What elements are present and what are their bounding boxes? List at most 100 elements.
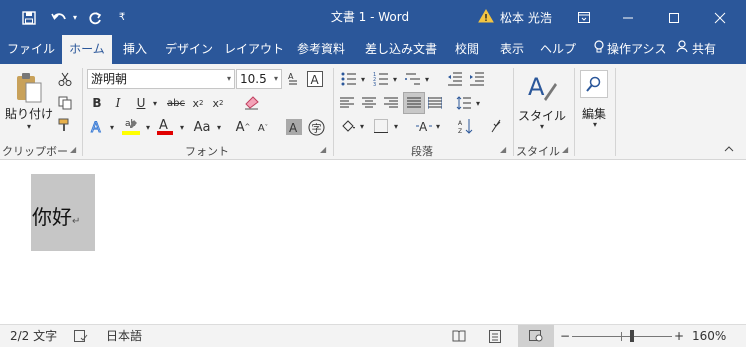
font-name-select[interactable]: 游明朝 ▾ [87,69,235,89]
paste-dropdown-icon[interactable]: ▾ [24,122,34,131]
bullets-dropdown-icon[interactable]: ▾ [359,70,367,88]
multilevel-dropdown-icon[interactable]: ▾ [423,70,431,88]
text-effects-dropdown-icon[interactable]: ▾ [107,117,117,137]
tab-view[interactable]: 表示 [492,35,532,64]
font-color-icon[interactable]: A [155,115,175,137]
change-case-dropdown-icon[interactable]: ▾ [214,117,224,137]
asian-layout-icon[interactable]: A [413,116,435,136]
line-spacing-icon[interactable] [455,94,473,112]
change-case-sizes-icon[interactable]: A [286,70,300,88]
ribbon-display-icon[interactable] [572,0,596,35]
customize-qat-icon[interactable]: ₹ [114,0,130,35]
document-text[interactable]: 你好↵ [32,201,80,230]
clear-formatting-icon[interactable] [242,93,262,113]
font-color-dropdown-icon[interactable]: ▾ [177,117,187,137]
person-icon [676,35,692,64]
asian-layout-dropdown-icon[interactable]: ▾ [434,116,442,136]
styles-icon[interactable]: A [524,70,560,104]
multilevel-list-icon[interactable] [404,70,422,88]
superscript-icon[interactable]: x2 [210,94,226,112]
change-case-icon[interactable]: Aa [190,117,214,137]
print-layout-icon[interactable] [489,325,507,347]
tab-review[interactable]: 校閲 [450,35,484,64]
text-effects-icon[interactable]: A [88,117,106,137]
tab-layout[interactable]: レイアウト [224,35,284,64]
highlight-dropdown-icon[interactable]: ▾ [143,117,153,137]
zoom-thumb[interactable] [630,330,634,342]
clipboard-launcher-icon[interactable]: ◢ [70,145,76,154]
show-formatting-icon[interactable] [487,116,505,136]
font-size-select[interactable]: 10.5 ▾ [236,69,282,89]
read-mode-icon[interactable] [452,325,470,347]
maximize-icon[interactable] [662,0,686,35]
word-count[interactable]: 2/2 文字 [10,325,57,347]
underline-icon[interactable]: U [134,94,148,112]
numbering-icon[interactable]: 123 [372,70,390,88]
tab-help[interactable]: ヘルプ [538,35,578,64]
grow-font-icon[interactable]: A ^ [235,117,251,137]
underline-dropdown-icon[interactable]: ▾ [150,94,160,112]
bullets-icon[interactable] [340,70,358,88]
line-spacing-dropdown-icon[interactable]: ▾ [474,94,482,112]
tab-design[interactable]: デザイン [160,35,218,64]
user-account[interactable]: 松本 光浩 [478,0,552,35]
paste-icon[interactable] [12,70,46,104]
styles-launcher-icon[interactable]: ◢ [562,145,568,154]
tab-references[interactable]: 参考資料 [290,35,352,64]
borders-icon[interactable] [372,116,390,136]
align-center-icon[interactable] [360,94,378,112]
language-indicator[interactable]: 日本語 [106,325,142,347]
format-painter-icon[interactable] [56,116,74,134]
clear-formatting-box-icon[interactable]: A [306,69,324,89]
strikethrough-icon[interactable]: abc [166,94,186,112]
shading-icon[interactable] [338,116,358,136]
font-launcher-icon[interactable]: ◢ [320,145,326,154]
proofing-icon[interactable] [74,325,92,347]
tab-file[interactable]: ファイル [4,35,58,64]
zoom-in-icon[interactable]: + [674,325,684,347]
distributed-icon[interactable] [426,94,444,112]
zoom-slider[interactable] [572,325,672,347]
align-left-icon[interactable] [338,94,356,112]
character-shading-icon[interactable]: A [285,117,303,137]
chevron-down-icon: ▾ [273,74,278,83]
web-layout-icon[interactable] [518,325,554,347]
document-canvas[interactable]: 你好↵ [0,160,746,324]
search-icon[interactable] [580,70,608,98]
svg-text:3: 3 [373,82,376,86]
bold-icon[interactable]: B [90,94,104,112]
numbering-dropdown-icon[interactable]: ▾ [391,70,399,88]
undo-icon[interactable] [48,0,70,35]
subscript-icon[interactable]: x2 [190,94,206,112]
borders-dropdown-icon[interactable]: ▾ [392,116,400,136]
zoom-out-icon[interactable]: − [560,325,570,347]
redo-icon[interactable] [84,0,106,35]
highlight-icon[interactable]: ab [120,115,142,137]
italic-icon[interactable]: I [111,94,125,112]
close-icon[interactable] [708,0,732,35]
undo-dropdown-icon[interactable]: ▾ [70,0,80,35]
styles-dropdown-icon[interactable]: ▾ [537,122,547,131]
paragraph-launcher-icon[interactable]: ◢ [500,145,506,154]
justify-icon[interactable] [403,92,425,114]
align-right-icon[interactable] [382,94,400,112]
tab-mailings[interactable]: 差し込み文書 [358,35,444,64]
tab-home[interactable]: ホーム [62,35,112,64]
cut-icon[interactable] [56,70,74,88]
copy-icon[interactable] [56,94,74,112]
paste-label[interactable]: 貼り付け [4,105,54,122]
enclose-characters-icon[interactable]: 字 [306,117,326,137]
increase-indent-icon[interactable] [468,70,486,88]
zoom-percent[interactable]: 160% [692,325,726,347]
tab-tell-me[interactable]: 操作アシス [594,35,672,64]
minimize-icon[interactable] [616,0,640,35]
decrease-indent-icon[interactable] [446,70,464,88]
shrink-font-icon[interactable]: Aˇ [256,119,270,137]
tab-insert[interactable]: 挿入 [116,35,154,64]
share-button[interactable]: 共有 [676,35,726,64]
editing-dropdown-icon[interactable]: ▾ [590,120,600,129]
sort-icon[interactable]: AZ [456,116,476,136]
collapse-ribbon-icon[interactable] [722,142,736,156]
shading-dropdown-icon[interactable]: ▾ [358,116,366,136]
save-icon[interactable] [18,0,40,35]
